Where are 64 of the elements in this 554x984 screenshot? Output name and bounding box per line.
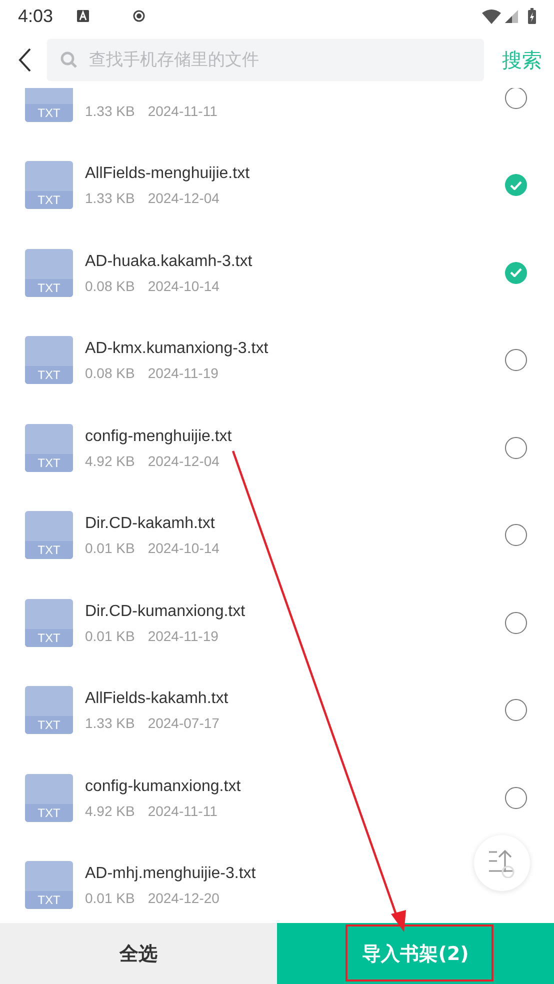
search-icon [60, 51, 78, 69]
file-type-label: TXT [25, 104, 73, 122]
keyboard-a-icon [77, 10, 90, 22]
file-size: 1.33 KB [85, 190, 135, 206]
checked-checkbox[interactable] [505, 174, 527, 196]
file-type-label: TXT [25, 891, 73, 910]
checkbox[interactable] [505, 436, 527, 459]
file-size: 0.08 KB [85, 278, 135, 294]
file-name: AD-mhj.menghuijie-3.txt [85, 864, 257, 884]
file-type-label: TXT [25, 278, 73, 297]
file-type-label: TXT [25, 541, 73, 560]
file-date: 2024-11-19 [148, 628, 218, 644]
select-all-button[interactable]: 全选 [0, 923, 277, 984]
file-date: 2024-12-04 [148, 190, 220, 206]
file-name: Dir.CD-kumanxiong.txt [85, 602, 246, 622]
signal-icon [505, 10, 518, 22]
status-time: 4:03 [18, 6, 54, 26]
record-icon [133, 10, 146, 22]
search-button[interactable]: 搜索 [502, 46, 542, 74]
file-type-label: TXT [25, 804, 73, 822]
file-type-label: TXT [25, 628, 73, 647]
file-type-label: TXT [25, 366, 73, 384]
file-name: Dir.CD-kakamh.txt [85, 514, 216, 534]
file-size: 4.92 KB [85, 452, 135, 469]
file-name: AD-kmx.kumanxiong-3.txt [85, 339, 270, 360]
wifi-icon [482, 8, 501, 24]
search-field[interactable]: 查找手机存储里的文件 [47, 39, 484, 81]
back-icon[interactable] [18, 48, 31, 72]
checkbox[interactable] [505, 699, 527, 722]
file-date: 2024-12-04 [148, 452, 220, 469]
file-size: 0.08 KB [85, 365, 135, 382]
check-icon [510, 268, 522, 278]
battery-charging-icon [528, 8, 536, 24]
checked-checkbox[interactable] [505, 262, 527, 284]
file-date: 2024-10-14 [148, 540, 220, 556]
file-date: 2024-12-20 [148, 890, 220, 906]
file-size: 4.92 KB [85, 802, 135, 819]
checkbox[interactable] [505, 88, 527, 109]
scroll-to-top-icon [487, 848, 517, 878]
file-date: 2024-10-14 [148, 278, 220, 294]
checkbox[interactable] [505, 786, 527, 809]
checkbox[interactable] [505, 612, 527, 634]
file-name: config-menghuijie.txt [85, 426, 233, 447]
import-to-bookshelf-button[interactable]: 导入书架(2) [277, 923, 554, 984]
file-size: 0.01 KB [85, 890, 135, 906]
file-size: 1.33 KB [85, 715, 135, 732]
file-type-label: TXT [25, 716, 73, 734]
file-size: 0.01 KB [85, 540, 135, 556]
file-size: 0.01 KB [85, 628, 135, 644]
file-size: 1.33 KB [85, 102, 135, 119]
file-type-label: TXT [25, 191, 73, 210]
file-type-label: TXT [25, 454, 73, 472]
file-name: AD-huaka.kakamh-3.txt [85, 252, 254, 272]
file-date: 2024-11-11 [148, 802, 218, 819]
file-date: 2024-11-19 [148, 365, 218, 382]
scroll-to-top-button[interactable] [474, 835, 530, 891]
file-name: AllFields-menghuijie.txt [85, 164, 251, 184]
file-name: config-kumanxiong.txt [85, 776, 242, 797]
check-icon [510, 180, 522, 190]
file-date: 2024-11-11 [148, 102, 218, 119]
checkbox[interactable] [505, 349, 527, 372]
checkbox[interactable] [505, 524, 527, 546]
file-name: AllFields-kakamh.txt [85, 689, 230, 710]
file-date: 2024-07-17 [148, 715, 220, 732]
